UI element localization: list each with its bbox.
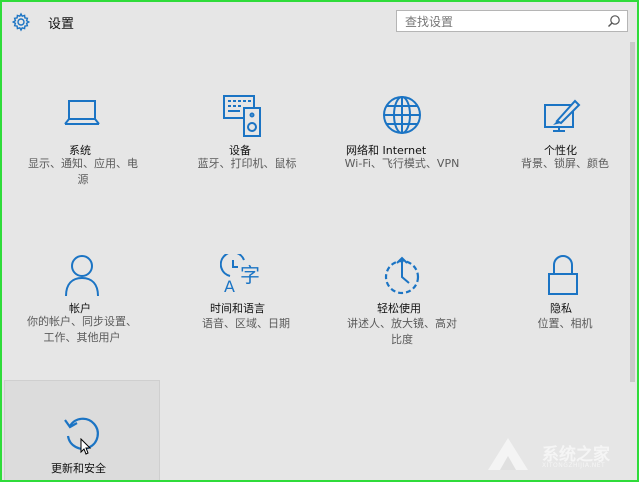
tile-personalization-desc-line1: 背景、锁屏、颜色 [521,157,609,170]
tile-update-security[interactable]: 更新和安全 [16,412,148,480]
tile-network[interactable]: 网络和 Internet Wi-Fi、飞行模式、VPN [332,92,472,192]
watermark-subtext: XITONGZHIJIA.NET [542,462,606,469]
search-input[interactable] [403,13,597,31]
tile-time-language[interactable]: A 字 时间和语言 语音、区域、日期 [180,252,312,352]
tile-ease-of-access-desc-line1: 讲述人、放大镜、高对 [347,317,457,330]
tile-accounts-desc-line2: 工作、其他用户 [43,331,121,344]
tile-personalization-desc: 背景、锁屏、颜色 [501,156,629,172]
settings-window: 设置 系统 显示、通知、应用、电 源 [0,0,639,482]
tile-privacy-desc-line1: 位置、相机 [537,317,593,330]
tile-time-language-desc-line1: 语音、区域、日期 [202,317,290,330]
tile-ease-of-access-label: 轻松使用 [377,302,421,315]
tile-personalization[interactable]: 个性化 背景、锁屏、颜色 [499,92,631,192]
tile-system[interactable]: 系统 显示、通知、应用、电 源 [16,92,148,192]
tile-ease-of-access[interactable]: 轻松使用 讲述人、放大镜、高对 比度 [332,252,472,352]
globe-icon [383,96,421,134]
tile-system-desc: 显示、通知、应用、电 源 [20,156,146,188]
svg-text:A: A [224,277,235,296]
tile-accounts-desc: 你的帐户、同步设置、 工作、其他用户 [18,314,146,346]
gear-icon [11,12,31,32]
tile-accounts-desc-line1: 你的帐户、同步设置、 [27,315,137,328]
tile-devices[interactable]: 设备 蓝牙、打印机、鼠标 [180,92,312,192]
person-icon [65,255,99,296]
tile-privacy[interactable]: 隐私 位置、相机 [499,252,631,352]
search-icon[interactable] [607,14,621,28]
personalization-icon [544,99,581,132]
tile-privacy-desc: 位置、相机 [501,316,629,332]
lock-icon [548,255,578,295]
laptop-icon [64,100,100,125]
svg-text:字: 字 [240,263,260,287]
header: 设置 [2,2,637,42]
tile-network-desc: Wi-Fi、飞行模式、VPN [334,156,470,172]
tile-network-desc-line1: Wi-Fi、飞行模式、VPN [344,157,460,170]
devices-icon [223,95,261,137]
tile-devices-desc-line1: 蓝牙、打印机、鼠标 [197,157,297,170]
tile-time-language-desc: 语音、区域、日期 [182,316,310,332]
page-title: 设置 [48,17,75,32]
tile-ease-of-access-desc-line2: 比度 [391,333,413,346]
tile-time-language-label: 时间和语言 [210,302,265,315]
tile-system-desc-line2: 源 [77,173,89,186]
tile-update-security-label: 更新和安全 [51,462,106,475]
tile-devices-desc: 蓝牙、打印机、鼠标 [184,156,310,172]
mouse-cursor-icon [80,438,92,455]
search-box[interactable] [396,10,628,32]
tile-privacy-label: 隐私 [550,302,572,315]
time-language-icon: A 字 [220,254,260,296]
tile-accounts[interactable]: 帐户 你的帐户、同步设置、 工作、其他用户 [16,252,148,352]
tile-ease-of-access-desc: 讲述人、放大镜、高对 比度 [336,316,468,348]
ease-of-access-icon [384,256,420,295]
tile-system-desc-line1: 显示、通知、应用、电 [28,157,138,170]
